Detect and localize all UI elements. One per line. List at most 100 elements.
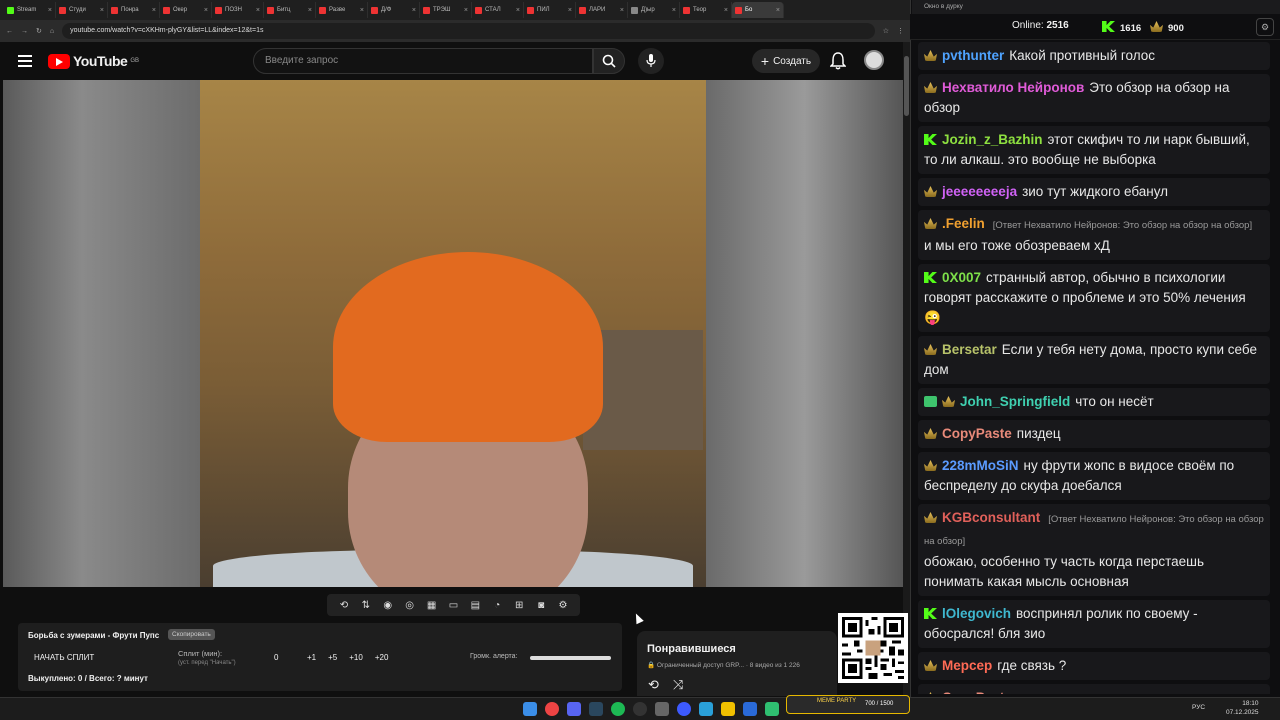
- chat-username[interactable]: Мерсер: [942, 658, 992, 673]
- app-icon[interactable]: [765, 702, 779, 716]
- search-button[interactable]: [593, 48, 625, 74]
- close-tab-icon[interactable]: ×: [568, 7, 572, 14]
- sort-icon[interactable]: ⇅: [360, 599, 372, 611]
- chat-username[interactable]: John_Springfield: [960, 394, 1070, 409]
- youtube-logo[interactable]: YouTube GB: [48, 53, 139, 69]
- playlist-title[interactable]: Понравившиеся: [647, 643, 736, 655]
- video-player[interactable]: [3, 80, 903, 587]
- chat-username[interactable]: pvthunter: [942, 48, 1004, 63]
- start-icon[interactable]: [523, 702, 537, 716]
- steam-icon[interactable]: [589, 702, 603, 716]
- browser-tab[interactable]: Студи ×: [56, 2, 108, 18]
- shuffle-icon[interactable]: ⤨: [673, 677, 683, 693]
- increment-button[interactable]: +10: [349, 653, 363, 662]
- playlist-panel[interactable]: Понравившиеся 🔒 Ограниченный доступ GRP.…: [637, 631, 837, 696]
- telegram-icon[interactable]: [699, 702, 713, 716]
- loop-icon[interactable]: ⟲: [338, 599, 350, 611]
- voice-search-button[interactable]: [638, 48, 664, 74]
- browser-tab[interactable]: Окер ×: [160, 2, 212, 18]
- chat-username[interactable]: 0X007: [942, 270, 981, 285]
- chat-message[interactable]: CopyPaste пиздец: [918, 420, 1270, 448]
- back-icon[interactable]: ←: [6, 28, 13, 35]
- close-tab-icon[interactable]: ×: [724, 7, 728, 14]
- chat-username[interactable]: CopyPaste: [942, 690, 1012, 694]
- chat-message[interactable]: Bersetar Если у тебя нету дома, просто ку…: [918, 336, 1270, 384]
- app-icon[interactable]: [743, 702, 757, 716]
- search-input[interactable]: Введите запрос: [253, 48, 593, 74]
- audio-icon[interactable]: ◉: [382, 599, 394, 611]
- chat-message[interactable]: .Feelin [Ответ Нехватило Нейронов: Это об…: [918, 210, 1270, 260]
- close-tab-icon[interactable]: ×: [776, 7, 780, 14]
- chat-message[interactable]: KGBconsultant [Ответ Нехватило Нейронов: …: [918, 504, 1270, 596]
- chat-username[interactable]: Bersetar: [942, 342, 997, 357]
- language-indicator[interactable]: РУС: [1192, 704, 1205, 711]
- frames-icon[interactable]: ▤: [469, 599, 481, 611]
- film-icon[interactable]: ▦: [426, 599, 438, 611]
- chat-message[interactable]: Мерсер где связь ?: [918, 652, 1270, 680]
- close-tab-icon[interactable]: ×: [256, 7, 260, 14]
- chat-username[interactable]: .Feelin: [942, 216, 985, 231]
- screenshot-icon[interactable]: ⊞: [513, 599, 525, 611]
- chat-username[interactable]: jeeeeeeeeja: [942, 184, 1017, 199]
- page-scrollbar[interactable]: [903, 42, 910, 697]
- browser-tab[interactable]: Stream ×: [4, 2, 56, 18]
- camera-icon[interactable]: ◙: [535, 599, 547, 611]
- chat-username[interactable]: lOlegovich: [942, 606, 1011, 621]
- picture-icon[interactable]: ▭: [447, 599, 459, 611]
- chat-message-list[interactable]: pvthunter Какой противный голос Нехватило …: [918, 42, 1270, 694]
- chat-message[interactable]: 228mMoSiN ну фрути жопс в видосе своём по…: [918, 452, 1270, 500]
- gear-icon[interactable]: ⚙: [557, 599, 569, 611]
- copy-button[interactable]: Скопировать: [168, 629, 215, 640]
- chrome-icon[interactable]: [545, 702, 559, 716]
- obs-icon[interactable]: [633, 702, 647, 716]
- chat-message[interactable]: lOlegovich воспринял ролик по своему - об…: [918, 600, 1270, 648]
- split-minutes-value[interactable]: 0: [274, 653, 278, 662]
- close-tab-icon[interactable]: ×: [672, 7, 676, 14]
- notifications-bell-icon[interactable]: [830, 52, 846, 70]
- start-split-button[interactable]: НАЧАТЬ СПЛИТ: [34, 653, 94, 662]
- chat-message[interactable]: pvthunter Какой противный голос: [918, 42, 1270, 70]
- browser-tab[interactable]: ЛАРИ ×: [576, 2, 628, 18]
- close-tab-icon[interactable]: ×: [464, 7, 468, 14]
- close-tab-icon[interactable]: ×: [204, 7, 208, 14]
- menu-icon[interactable]: [18, 55, 32, 67]
- increment-button[interactable]: +20: [375, 653, 389, 662]
- close-tab-icon[interactable]: ×: [360, 7, 364, 14]
- browser-tab[interactable]: ТРЭШ ×: [420, 2, 472, 18]
- browser-tab[interactable]: ПОЗН ×: [212, 2, 264, 18]
- browser-tab[interactable]: Д)ыр ×: [628, 2, 680, 18]
- close-tab-icon[interactable]: ×: [308, 7, 312, 14]
- chat-message[interactable]: 0X007 странный автор, обычно в психологии…: [918, 264, 1270, 332]
- explorer-icon[interactable]: [721, 702, 735, 716]
- browser-tab[interactable]: Д/Ф ×: [368, 2, 420, 18]
- eye-icon[interactable]: ◎: [404, 599, 416, 611]
- loop-icon[interactable]: ⟲: [648, 677, 659, 693]
- chat-username[interactable]: CopyPaste: [942, 426, 1012, 441]
- close-tab-icon[interactable]: ×: [48, 7, 52, 14]
- create-button[interactable]: + Создать: [752, 49, 820, 73]
- browser-tab[interactable]: ПИЛ ×: [524, 2, 576, 18]
- chat-message[interactable]: Нехватило Нейронов Это обзор на обзор на …: [918, 74, 1270, 122]
- browser-tab[interactable]: Бо ×: [732, 2, 784, 18]
- close-tab-icon[interactable]: ×: [100, 7, 104, 14]
- browser-tab[interactable]: СТАЛ ×: [472, 2, 524, 18]
- chat-message[interactable]: jeeeeeeeeja зио тут жидкого ебанул: [918, 178, 1270, 206]
- increment-button[interactable]: +1: [307, 653, 316, 662]
- alert-volume-slider[interactable]: [530, 656, 611, 660]
- close-tab-icon[interactable]: ×: [516, 7, 520, 14]
- browser-tab[interactable]: Теор ×: [680, 2, 732, 18]
- forward-icon[interactable]: →: [21, 28, 28, 35]
- chat-message[interactable]: John_Springfield что он несёт: [918, 388, 1270, 416]
- url-field[interactable]: youtube.com/watch?v=cXKHm-plyGY&list=LL&…: [62, 23, 875, 39]
- app-icon[interactable]: [677, 702, 691, 716]
- close-tab-icon[interactable]: ×: [620, 7, 624, 14]
- increment-button[interactable]: +5: [328, 653, 337, 662]
- close-tab-icon[interactable]: ×: [152, 7, 156, 14]
- chat-username[interactable]: Нехватило Нейронов: [942, 80, 1084, 95]
- discord-icon[interactable]: [567, 702, 581, 716]
- extensions-icon[interactable]: ⋮: [897, 27, 904, 35]
- clock[interactable]: 18:10 07.12.2025: [1226, 699, 1259, 717]
- chat-settings-button[interactable]: ⚙: [1256, 18, 1274, 36]
- chat-message[interactable]: CopyPaste а это зио: [918, 684, 1270, 694]
- chat-message[interactable]: Jozin_z_Bazhin этот скифич то ли нарк быв…: [918, 126, 1270, 174]
